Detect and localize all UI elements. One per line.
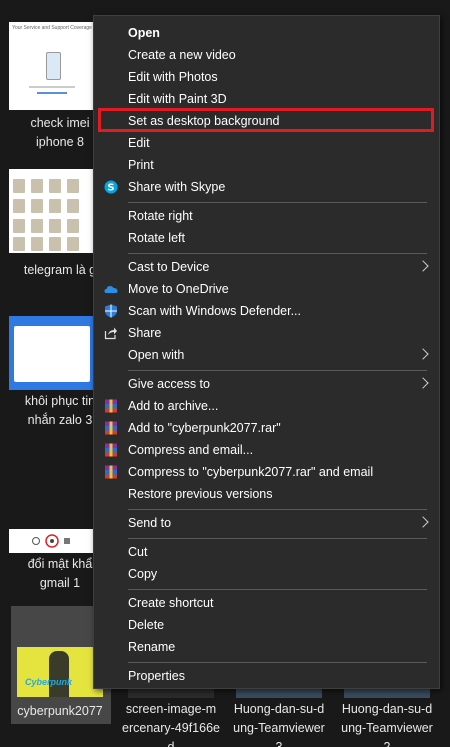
menu-item-properties[interactable]: Properties — [94, 665, 439, 687]
chevron-right-icon — [417, 516, 429, 528]
menu-item-cut[interactable]: Cut — [94, 541, 439, 563]
chevron-right-icon — [417, 377, 429, 389]
menu-item-share-skype[interactable]: S Share with Skype — [94, 176, 439, 198]
menu-item-compress-rar-and-email[interactable]: Compress to "cyberpunk2077.rar" and emai… — [94, 461, 439, 483]
menu-item-open-with[interactable]: Open with — [94, 344, 439, 366]
file-thumbnail-screen-image[interactable] — [128, 688, 214, 698]
winrar-icon — [105, 443, 117, 457]
menu-item-rotate-right[interactable]: Rotate right — [94, 205, 439, 227]
menu-separator — [128, 509, 427, 510]
menu-item-delete[interactable]: Delete — [94, 614, 439, 636]
menu-item-send-to[interactable]: Send to — [94, 512, 439, 534]
file-thumbnail-telegram[interactable] — [9, 169, 95, 253]
menu-separator — [128, 370, 427, 371]
menu-item-open[interactable]: Open — [94, 22, 439, 44]
file-label-teamviewer-2[interactable]: Huong-dan-su-d ung-Teamviewer 2 — [335, 700, 439, 747]
file-thumbnail-gmail[interactable] — [9, 529, 95, 553]
svg-text:S: S — [107, 183, 114, 194]
file-thumbnail-teamviewer-2[interactable] — [344, 688, 430, 698]
menu-item-create-video[interactable]: Create a new video — [94, 44, 439, 66]
menu-item-restore-previous-versions[interactable]: Restore previous versions — [94, 483, 439, 505]
cyberpunk-logo: Cyberpunk — [25, 677, 73, 687]
file-thumbnail-check-imei[interactable]: Your Service and Support Coverage — [9, 22, 95, 110]
onedrive-icon — [104, 286, 118, 293]
file-label-cyberpunk[interactable]: cyberpunk2077 — [8, 702, 112, 721]
defender-shield-icon — [105, 304, 117, 318]
menu-separator — [128, 589, 427, 590]
menu-separator — [128, 202, 427, 203]
menu-item-print[interactable]: Print — [94, 154, 439, 176]
menu-item-share[interactable]: Share — [94, 322, 439, 344]
menu-item-edit-photos[interactable]: Edit with Photos — [94, 66, 439, 88]
menu-item-rename[interactable]: Rename — [94, 636, 439, 658]
gmail-toolbar-icons — [32, 534, 70, 548]
winrar-icon — [105, 399, 117, 413]
menu-item-give-access[interactable]: Give access to — [94, 373, 439, 395]
menu-item-edit-paint3d[interactable]: Edit with Paint 3D — [94, 88, 439, 110]
skype-icon: S — [104, 180, 118, 194]
file-thumbnail-cyberpunk[interactable]: Cyberpunk — [17, 647, 103, 697]
menu-item-cast-to-device[interactable]: Cast to Device — [94, 256, 439, 278]
chevron-right-icon — [417, 260, 429, 272]
file-thumbnail-zalo[interactable] — [9, 316, 95, 390]
share-icon — [104, 327, 117, 340]
menu-item-copy[interactable]: Copy — [94, 563, 439, 585]
menu-item-edit[interactable]: Edit — [94, 132, 439, 154]
menu-item-create-shortcut[interactable]: Create shortcut — [94, 592, 439, 614]
menu-item-move-to-onedrive[interactable]: Move to OneDrive — [94, 278, 439, 300]
winrar-icon — [105, 421, 117, 435]
phone-image — [46, 52, 61, 80]
menu-separator — [128, 662, 427, 663]
menu-item-scan-defender[interactable]: Scan with Windows Defender... — [94, 300, 439, 322]
file-thumbnail-teamviewer-3[interactable] — [236, 688, 322, 698]
chevron-right-icon — [417, 348, 429, 360]
desktop: Your Service and Support Coverage check … — [0, 0, 450, 747]
thumbnail-header-text: Your Service and Support Coverage — [12, 25, 92, 31]
winrar-icon — [105, 465, 117, 479]
menu-separator — [128, 253, 427, 254]
file-label-screen-image[interactable]: screen-image-m ercenary-49f166e d — [119, 700, 223, 747]
menu-separator — [128, 538, 427, 539]
highlight-annotation — [98, 108, 434, 132]
menu-item-add-to-archive[interactable]: Add to archive... — [94, 395, 439, 417]
file-label-teamviewer-3[interactable]: Huong-dan-su-d ung-Teamviewer 3 — [227, 700, 331, 747]
menu-item-add-to-rar[interactable]: Add to "cyberpunk2077.rar" — [94, 417, 439, 439]
menu-item-compress-and-email[interactable]: Compress and email... — [94, 439, 439, 461]
menu-item-rotate-left[interactable]: Rotate left — [94, 227, 439, 249]
